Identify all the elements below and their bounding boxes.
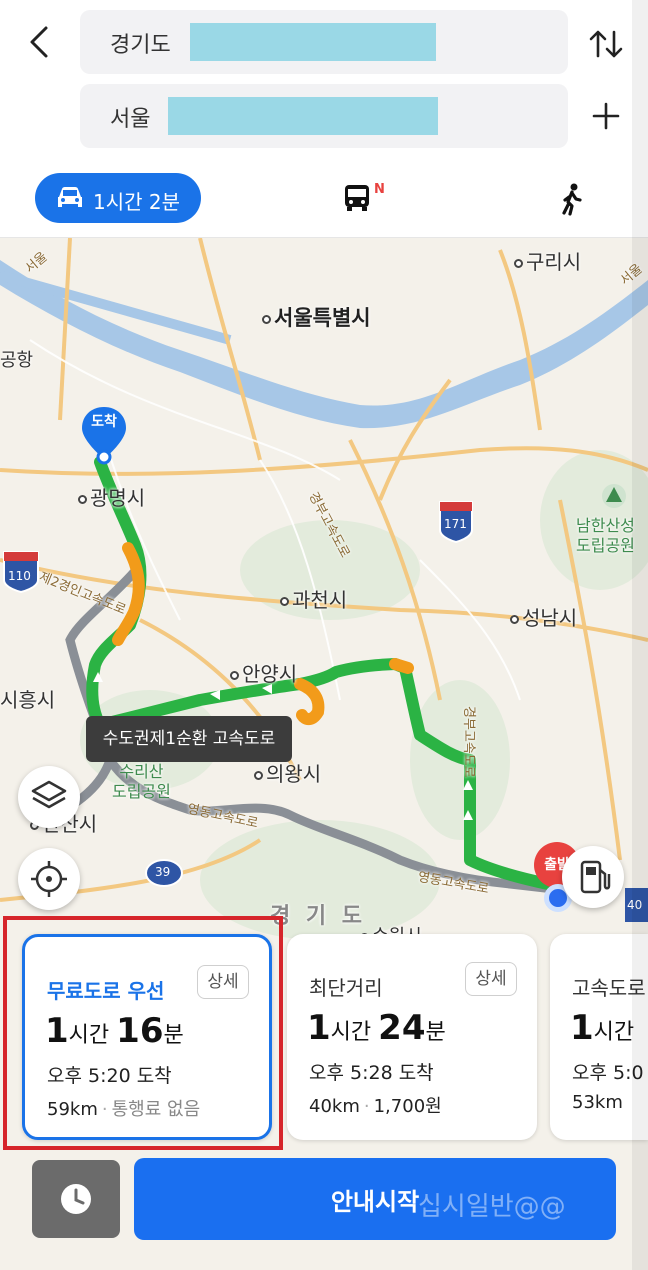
place-siheung: 시흥시 — [0, 688, 56, 712]
route-name: 최단거리 — [309, 976, 383, 1000]
place-seongnam: 성남시 — [510, 602, 577, 631]
route-detail-button[interactable]: 상세 — [465, 962, 517, 996]
clock-icon — [61, 1184, 91, 1214]
destination-field[interactable]: 서울 — [80, 84, 568, 148]
screen: 171 110 39 40 구리시 서울특별시 공항 광명시 과천시 성남시 안… — [0, 0, 648, 1270]
place-gwacheon: 과천시 — [280, 584, 347, 613]
swap-button[interactable] — [586, 24, 626, 64]
place-airport: 공항 — [0, 350, 34, 371]
back-button[interactable] — [22, 20, 58, 64]
place-guri: 구리시 — [514, 246, 581, 275]
crosshair-icon — [31, 861, 67, 897]
route-duration: 1시간 — [570, 1008, 635, 1048]
layers-button[interactable] — [18, 766, 80, 828]
tab-car[interactable]: 1시간 2분 — [35, 173, 201, 223]
chevron-left-icon — [30, 26, 48, 58]
car-time-label: 1시간 2분 — [93, 190, 181, 214]
transit-new-badge: N — [374, 182, 385, 197]
park-surisan: 수리산 도립공원 — [112, 762, 171, 801]
place-seoul: 서울특별시 — [262, 302, 371, 332]
origin-label: 경기도 — [110, 33, 171, 58]
route-card-shortest[interactable]: 최단거리 상세 1시간 24분 오후 5:28 도착 40km · 1,700원 — [287, 934, 537, 1140]
edge-shade — [632, 0, 648, 1270]
tab-transit[interactable]: N — [342, 182, 392, 216]
place-gwangmyeong: 광명시 — [78, 482, 145, 511]
add-waypoint-button[interactable] — [588, 96, 624, 136]
road-gyeongbu-2: 경부고속도로 — [461, 706, 476, 778]
watermark: 십시일반@@ — [418, 1192, 566, 1222]
route-meta: 53km — [572, 1092, 623, 1113]
park-namhansanseong: 남한산성 도립공원 — [576, 516, 635, 555]
shield-110-label: 110 — [8, 569, 31, 583]
gas-station-button[interactable] — [562, 846, 624, 908]
shield-171-label: 171 — [444, 517, 467, 531]
road-tooltip: 수도권제1순환 고속도로 — [86, 716, 292, 762]
route-header: 경기도 서울 1시간 2분 N — [0, 0, 648, 238]
destination-redaction — [168, 97, 438, 135]
route-duration: 1시간 24분 — [307, 1008, 446, 1048]
region-gyeonggido: 경 기 도 — [270, 904, 367, 929]
gas-pump-icon — [580, 860, 611, 894]
my-location-button[interactable] — [18, 848, 80, 910]
place-anyang: 안양시 — [230, 658, 297, 687]
plus-icon — [592, 102, 620, 130]
place-uiwang: 의왕시 — [254, 758, 321, 787]
layers-icon — [31, 780, 67, 809]
destination-pin[interactable]: 도착 — [80, 405, 128, 465]
route-meta: 40km · 1,700원 — [309, 1096, 442, 1117]
swap-vertical-icon — [589, 30, 623, 58]
car-icon — [58, 187, 82, 207]
walking-icon — [562, 183, 582, 216]
destination-pin-label: 도착 — [91, 414, 117, 430]
highlight-annotation — [3, 916, 283, 1150]
destination-label: 서울 — [110, 107, 151, 132]
origin-field[interactable]: 경기도 — [80, 10, 568, 74]
route-arrival: 오후 5:28 도착 — [309, 1062, 434, 1084]
bus-icon — [345, 185, 369, 211]
origin-redaction — [190, 23, 436, 61]
shield-39-label: 39 — [155, 865, 171, 879]
tab-walk[interactable] — [556, 182, 588, 216]
departure-time-button[interactable] — [32, 1160, 120, 1238]
